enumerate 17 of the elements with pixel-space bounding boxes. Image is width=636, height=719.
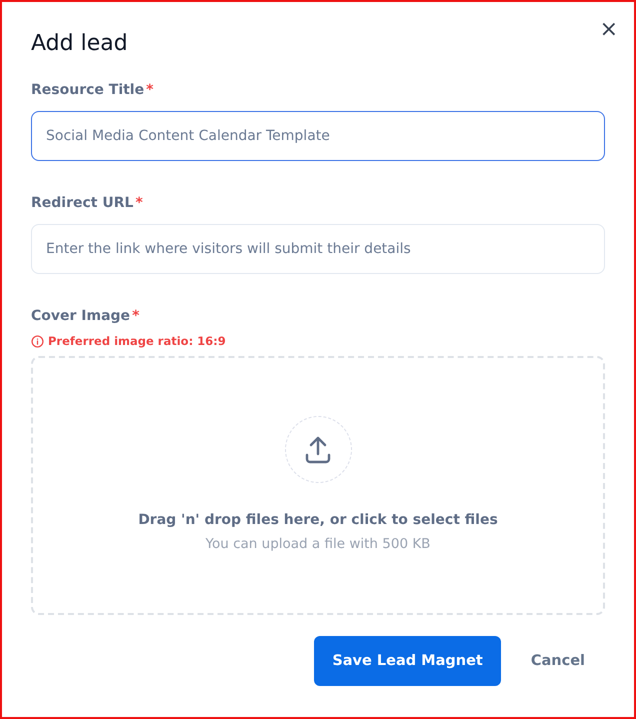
save-button[interactable]: Save Lead Magnet xyxy=(314,636,501,686)
text-field[interactable]: Social Media Content Calendar Template xyxy=(31,111,605,161)
drop-prompt: Drag 'n' drop files here, or click to select files xyxy=(138,512,498,528)
upload-icon xyxy=(304,434,332,464)
field-label: Redirect URL* xyxy=(31,194,144,213)
required-mark: * xyxy=(135,195,143,211)
close-button[interactable]: × xyxy=(600,18,618,42)
required-mark: * xyxy=(132,308,140,324)
size-note: You can upload a file with 500 KB xyxy=(206,536,430,552)
info-icon xyxy=(31,334,44,348)
required-mark: * xyxy=(146,82,154,98)
hint-text: Preferred image ratio: 16:9 xyxy=(48,334,226,348)
field-label: Resource Title* xyxy=(31,81,154,100)
dialog-title: Add lead xyxy=(31,30,129,58)
field-label: Cover Image* xyxy=(31,307,140,326)
upload-dropzone[interactable]: Drag 'n' drop files here, or click to select files You can upload a file with 500 KB xyxy=(31,356,605,615)
cancel-button[interactable]: Cancel xyxy=(512,636,603,686)
